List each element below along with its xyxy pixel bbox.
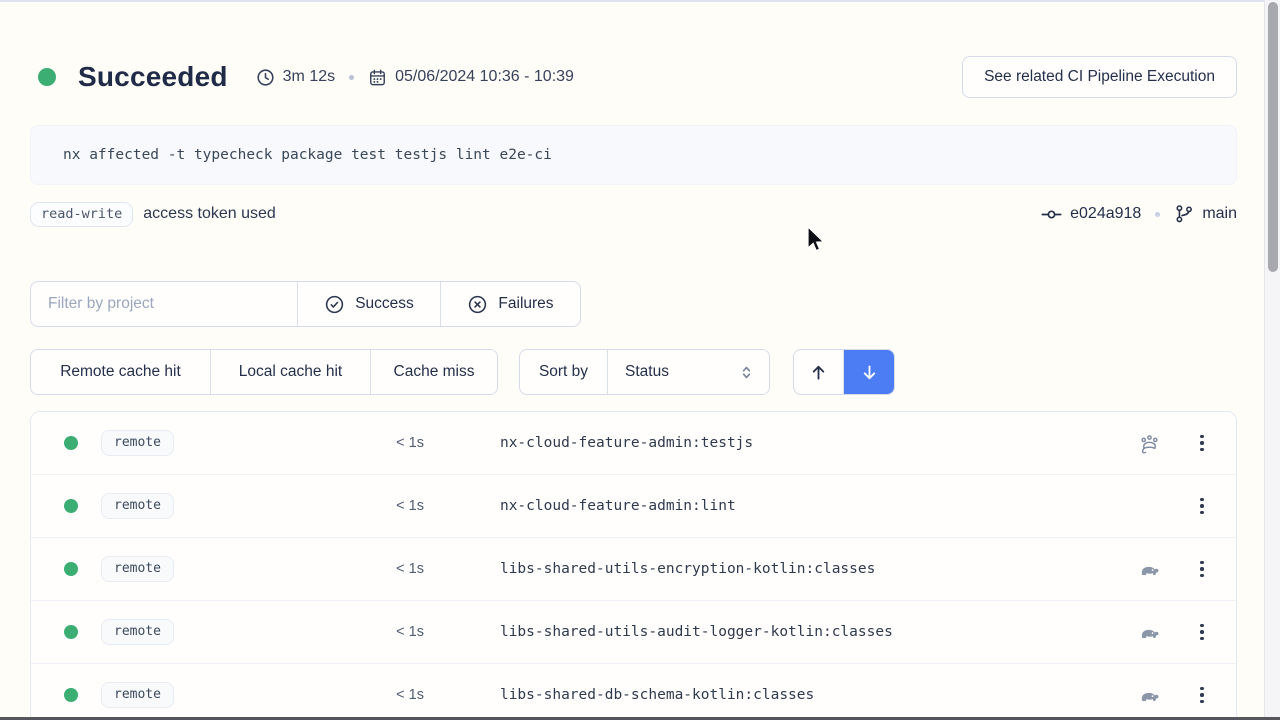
x-circle-icon xyxy=(467,294,488,315)
task-success-dot xyxy=(64,436,78,450)
failures-filter-button[interactable]: Failures xyxy=(441,282,580,326)
task-duration: < 1s xyxy=(174,435,424,451)
sort-selected-value: Status xyxy=(625,363,669,381)
calendar-icon xyxy=(368,68,387,87)
status-dot xyxy=(38,68,56,86)
git-branch-icon xyxy=(1174,204,1194,224)
gradle-icon xyxy=(1138,621,1161,644)
task-duration: < 1s xyxy=(174,624,424,640)
cache-filter-group: Remote cache hit Local cache hit Cache m… xyxy=(30,349,498,395)
task-success-dot xyxy=(64,499,78,513)
chevron-updown-icon xyxy=(738,364,755,381)
task-menu-button[interactable] xyxy=(1194,558,1210,580)
jest-icon xyxy=(1138,432,1161,455)
task-menu-button[interactable] xyxy=(1194,684,1210,706)
task-list: remote < 1s nx-cloud-feature-admin:testj… xyxy=(30,411,1237,720)
local-cache-hit-label: Local cache hit xyxy=(239,363,342,381)
git-commit-icon xyxy=(1041,204,1062,225)
task-name[interactable]: libs-shared-utils-audit-logger-kotlin:cl… xyxy=(500,624,893,640)
run-header: Succeeded 3m 12s 05/06/2024 10:36 - 10:3… xyxy=(30,55,1237,99)
sort-direction-group xyxy=(793,349,895,395)
cache-source-badge: remote xyxy=(101,556,174,582)
branch-name[interactable]: main xyxy=(1202,205,1237,223)
cache-sort-row: Remote cache hit Local cache hit Cache m… xyxy=(30,349,1237,395)
failures-filter-label: Failures xyxy=(498,295,553,313)
cache-source-badge: remote xyxy=(101,682,174,708)
main-content: Succeeded 3m 12s 05/06/2024 10:36 - 10:3… xyxy=(30,0,1237,720)
access-token-badge: read-write xyxy=(30,202,133,227)
task-menu-button[interactable] xyxy=(1194,621,1210,643)
task-success-dot xyxy=(64,688,78,702)
vertical-scrollbar[interactable] xyxy=(1264,0,1280,720)
task-row[interactable]: remote < 1s nx-cloud-feature-admin:testj… xyxy=(31,412,1236,475)
task-row[interactable]: remote < 1s nx-cloud-feature-admin:lint xyxy=(31,475,1236,538)
gradle-icon xyxy=(1138,558,1161,581)
gradle-icon xyxy=(1138,684,1161,707)
cache-source-badge: remote xyxy=(101,493,174,519)
sort-by-text: Sort by xyxy=(539,363,588,381)
task-success-dot xyxy=(64,562,78,576)
run-meta: 3m 12s 05/06/2024 10:36 - 10:39 xyxy=(256,68,574,87)
vcs-info: e024a918 main xyxy=(1041,204,1237,225)
sort-by-label: Sort by xyxy=(520,350,608,394)
cache-source-badge: remote xyxy=(101,619,174,645)
remote-cache-hit-label: Remote cache hit xyxy=(60,363,181,381)
check-circle-icon xyxy=(324,294,345,315)
date-range-text: 05/06/2024 10:36 - 10:39 xyxy=(395,68,574,86)
task-menu-button[interactable] xyxy=(1194,432,1210,454)
task-success-dot xyxy=(64,625,78,639)
remote-cache-hit-button[interactable]: Remote cache hit xyxy=(31,350,211,394)
task-duration: < 1s xyxy=(174,561,424,577)
sort-ascending-button[interactable] xyxy=(794,350,844,394)
task-duration: < 1s xyxy=(174,498,424,514)
scrollbar-thumb[interactable] xyxy=(1268,2,1278,272)
duration-text: 3m 12s xyxy=(283,68,335,86)
run-command-box: nx affected -t typecheck package test te… xyxy=(30,125,1237,185)
task-duration: < 1s xyxy=(174,687,424,703)
filter-row: Success Failures xyxy=(30,281,1237,327)
vcs-separator-dot xyxy=(1155,212,1160,217)
task-name[interactable]: nx-cloud-feature-admin:lint xyxy=(500,498,736,514)
filter-by-project-input[interactable] xyxy=(31,282,298,326)
success-filter-label: Success xyxy=(355,295,414,313)
see-related-pipeline-button[interactable]: See related CI Pipeline Execution xyxy=(962,56,1237,98)
nx-cloud-run-page: Succeeded 3m 12s 05/06/2024 10:36 - 10:3… xyxy=(0,0,1280,720)
run-command-text: nx affected -t typecheck package test te… xyxy=(63,147,552,163)
empty-tool-slot xyxy=(1137,494,1161,518)
token-row: read-write access token used e024a918 ma… xyxy=(30,200,1237,228)
task-name[interactable]: nx-cloud-feature-admin:testjs xyxy=(500,435,753,451)
task-row[interactable]: remote < 1s libs-shared-db-schema-kotlin… xyxy=(31,664,1236,720)
arrow-down-icon xyxy=(859,362,880,383)
task-name[interactable]: libs-shared-db-schema-kotlin:classes xyxy=(500,687,814,703)
commit-sha[interactable]: e024a918 xyxy=(1070,205,1141,223)
task-row[interactable]: remote < 1s libs-shared-utils-audit-logg… xyxy=(31,601,1236,664)
access-token-text: access token used xyxy=(143,205,276,223)
meta-separator-dot xyxy=(349,75,354,80)
cache-source-badge: remote xyxy=(101,430,174,456)
clock-icon xyxy=(256,68,275,87)
sort-select[interactable]: Status xyxy=(608,350,769,394)
task-row[interactable]: remote < 1s libs-shared-utils-encryption… xyxy=(31,538,1236,601)
task-name[interactable]: libs-shared-utils-encryption-kotlin:clas… xyxy=(500,561,875,577)
page-title: Succeeded xyxy=(78,61,228,93)
local-cache-hit-button[interactable]: Local cache hit xyxy=(211,350,371,394)
sort-descending-button[interactable] xyxy=(844,350,894,394)
cache-miss-button[interactable]: Cache miss xyxy=(371,350,497,394)
cache-miss-label: Cache miss xyxy=(394,363,475,381)
sort-group: Sort by Status xyxy=(519,349,770,395)
task-menu-button[interactable] xyxy=(1194,495,1210,517)
arrow-up-icon xyxy=(808,362,829,383)
project-filter-group: Success Failures xyxy=(30,281,581,327)
success-filter-button[interactable]: Success xyxy=(298,282,441,326)
